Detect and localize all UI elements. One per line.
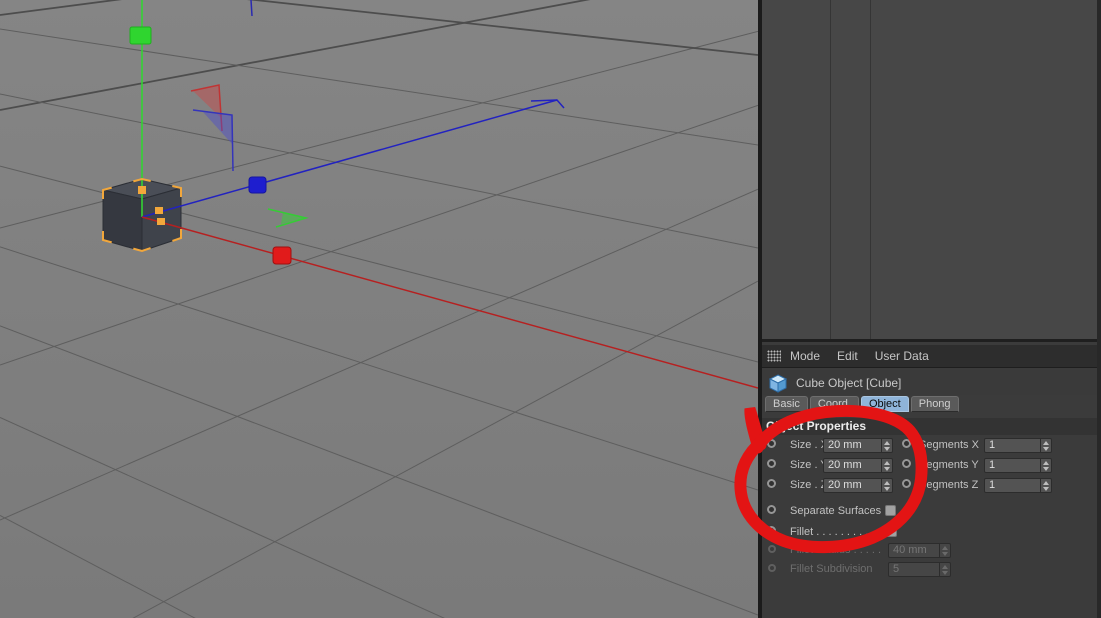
fillet-radius-field: 40 mm	[888, 543, 951, 558]
z-axis-line	[141, 99, 558, 218]
attribute-menubar: Mode Edit User Data	[762, 345, 1097, 368]
fillet-radius-value: 40 mm	[893, 544, 927, 556]
segments-y-field[interactable]: 1	[984, 458, 1052, 473]
fillet-subdivision-value: 5	[893, 563, 900, 575]
z-axis-arrowhead-icon	[530, 99, 565, 109]
tab-basic[interactable]: Basic	[765, 396, 808, 412]
fillet-label: Fillet . . . . . . . . .	[790, 526, 869, 538]
object-header-row: Cube Object [Cube]	[762, 370, 1097, 395]
size-x-value: 20 mm	[828, 439, 862, 451]
fillet-radius-label: Fillet Radius . . . . .	[790, 544, 882, 556]
animation-dot[interactable]	[902, 479, 911, 488]
tab-coord[interactable]: Coord.	[809, 396, 859, 412]
size-y-field[interactable]: 20 mm	[823, 458, 893, 473]
cube-icon	[768, 373, 788, 393]
tab-phong[interactable]: Phong	[910, 396, 959, 412]
object-title: Cube Object [Cube]	[796, 375, 902, 390]
animation-dot[interactable]	[902, 459, 911, 468]
panel-grip-icon[interactable]	[767, 350, 781, 362]
segments-x-value: 1	[989, 439, 996, 451]
property-row-size-y: Size . Y 20 mm Segments Y 1	[762, 458, 1097, 475]
segments-x-stepper[interactable]	[1040, 439, 1051, 452]
fillet-checkbox[interactable]	[886, 526, 897, 537]
object-manager-column-divider	[830, 0, 831, 339]
size-x-field[interactable]: 20 mm	[823, 438, 893, 453]
size-z-label: Size . Z	[790, 479, 828, 491]
animation-dot[interactable]	[767, 479, 776, 488]
size-z-stepper[interactable]	[881, 479, 892, 492]
property-row-size-x: Size . X 20 mm Segments X 1	[762, 438, 1097, 455]
property-row-size-z: Size . Z 20 mm Segments Z 1	[762, 478, 1097, 495]
animation-dot[interactable]	[767, 505, 776, 514]
object-manager-column-divider	[870, 0, 871, 339]
menu-user-data[interactable]: User Data	[875, 349, 929, 363]
tab-bar: Basic Coord. Object Phong	[765, 396, 959, 412]
segments-z-value: 1	[989, 479, 996, 491]
fillet-radius-stepper	[939, 544, 950, 557]
segments-y-value: 1	[989, 459, 996, 471]
distant-z-axis-line	[250, 0, 253, 17]
property-row-fillet: Fillet . . . . . . . . .	[762, 525, 1097, 542]
z-axis-handle[interactable]	[248, 176, 267, 194]
app-window: Mode Edit User Data Cube Object [Cube] B…	[0, 0, 1101, 618]
x-axis-handle[interactable]	[272, 246, 292, 265]
separate-surfaces-checkbox[interactable]	[885, 505, 896, 516]
size-z-field[interactable]: 20 mm	[823, 478, 893, 493]
section-header: Object Properties	[762, 418, 1097, 435]
segments-y-label: Segments Y	[919, 459, 979, 471]
viewport-3d[interactable]	[0, 0, 758, 618]
size-z-value: 20 mm	[828, 479, 862, 491]
animation-dot[interactable]	[767, 459, 776, 468]
size-x-stepper[interactable]	[881, 439, 892, 452]
menu-edit[interactable]: Edit	[837, 349, 858, 363]
size-y-value: 20 mm	[828, 459, 862, 471]
animation-dot	[768, 564, 776, 572]
property-row-separate-surfaces: Separate Surfaces	[762, 504, 1097, 521]
animation-dot[interactable]	[767, 526, 776, 535]
fillet-subdivision-label: Fillet Subdivision	[790, 563, 873, 575]
size-y-stepper[interactable]	[881, 459, 892, 472]
x-axis-line	[141, 216, 758, 389]
segments-y-stepper[interactable]	[1040, 459, 1051, 472]
animation-dot	[768, 545, 776, 553]
menu-mode[interactable]: Mode	[790, 349, 820, 363]
segments-z-field[interactable]: 1	[984, 478, 1052, 493]
perspective-grid	[0, 0, 758, 618]
property-row-fillet-subdivision: Fillet Subdivision 5	[762, 562, 1097, 579]
segments-z-stepper[interactable]	[1040, 479, 1051, 492]
separate-surfaces-label: Separate Surfaces	[790, 505, 882, 517]
green-arrow-indicator-icon	[267, 208, 309, 228]
fillet-subdivision-stepper	[939, 563, 950, 576]
fillet-subdivision-field: 5	[888, 562, 951, 577]
segments-x-field[interactable]: 1	[984, 438, 1052, 453]
segments-z-label: Segments Z	[919, 479, 979, 491]
attribute-manager-panel: Mode Edit User Data Cube Object [Cube] B…	[762, 345, 1097, 618]
property-row-fillet-radius: Fillet Radius . . . . . 40 mm	[762, 543, 1097, 560]
animation-dot[interactable]	[767, 439, 776, 448]
object-manager-panel[interactable]	[762, 0, 1097, 342]
right-panel: Mode Edit User Data Cube Object [Cube] B…	[758, 0, 1101, 618]
segments-x-label: Segments X	[919, 439, 979, 451]
y-axis-handle[interactable]	[129, 26, 152, 45]
animation-dot[interactable]	[902, 439, 911, 448]
tab-object[interactable]: Object	[860, 396, 909, 412]
